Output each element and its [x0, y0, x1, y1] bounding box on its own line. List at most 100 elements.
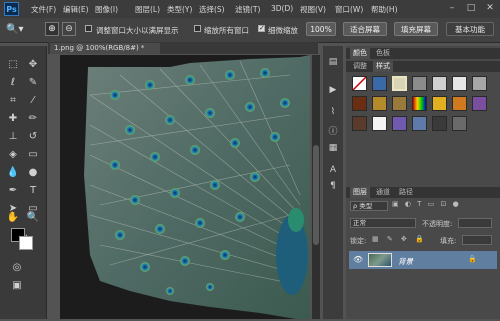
- opacity-label: 不透明度:: [422, 220, 453, 228]
- healing-brush-icon[interactable]: ✚: [6, 112, 20, 126]
- move-tool-icon[interactable]: ✥: [26, 58, 40, 72]
- layer-name[interactable]: 背景: [398, 256, 413, 267]
- info-panel-icon[interactable]: ⓘ: [327, 126, 339, 138]
- lock-label: 锁定:: [350, 237, 367, 245]
- menu-window[interactable]: 窗口(W): [335, 4, 363, 15]
- peacock-image: [60, 55, 310, 319]
- style-swatch[interactable]: [452, 76, 467, 91]
- menu-help[interactable]: 帮助(H): [371, 4, 398, 15]
- zoom-all-windows-label: 缩放所有窗口: [204, 26, 249, 35]
- clone-source-icon[interactable]: ▦: [327, 142, 339, 154]
- crop-tool-icon[interactable]: ⌗: [6, 94, 20, 108]
- style-swatch[interactable]: [452, 96, 467, 111]
- layer-lock-icon: 🔒: [468, 255, 477, 263]
- fill-screen-button[interactable]: 填充屏幕: [394, 22, 438, 36]
- tab-swatches[interactable]: 色板: [373, 48, 393, 59]
- photoshop-logo: Ps: [4, 2, 19, 16]
- resize-windows-label: 调整窗口大小以满屏显示: [96, 26, 179, 35]
- layer-thumbnail: [368, 253, 392, 267]
- layer-filter-icons[interactable]: ▣ ◐ T ▭ ⊡ ●: [392, 200, 492, 211]
- lasso-tool-icon[interactable]: ℓ: [6, 76, 20, 90]
- hand-tool-icon[interactable]: ✋: [6, 211, 20, 225]
- scrubby-zoom-checkbox[interactable]: [258, 24, 265, 32]
- gradient-icon[interactable]: ▭: [26, 148, 40, 162]
- tab-styles[interactable]: 样式: [373, 61, 393, 72]
- menu-select[interactable]: 选择(S): [199, 4, 225, 15]
- style-swatch-none[interactable]: [352, 76, 367, 91]
- quick-select-icon[interactable]: ✎: [26, 76, 40, 90]
- dodge-tool-icon[interactable]: ●: [26, 166, 40, 180]
- menu-view[interactable]: 视图(V): [300, 4, 326, 15]
- actual-pixels-button[interactable]: 100%: [306, 22, 336, 36]
- style-swatch[interactable]: [392, 116, 407, 131]
- style-swatch[interactable]: [392, 76, 407, 91]
- visibility-eye-icon[interactable]: 👁: [353, 255, 363, 265]
- pen-tool-icon[interactable]: ✒: [6, 184, 20, 198]
- tab-color[interactable]: 颜色: [350, 48, 370, 59]
- brush-presets-icon[interactable]: ⌇: [327, 106, 339, 118]
- style-swatch[interactable]: [372, 96, 387, 111]
- style-swatch[interactable]: [392, 96, 407, 111]
- blend-mode-select[interactable]: 正常: [350, 218, 416, 228]
- opacity-field[interactable]: [458, 218, 492, 228]
- clone-stamp-icon[interactable]: ⊥: [6, 130, 20, 144]
- tab-layers[interactable]: 图层: [350, 187, 370, 198]
- menu-file[interactable]: 文件(F): [31, 4, 56, 15]
- maximize-button[interactable]: □: [463, 1, 479, 15]
- screen-mode-icon[interactable]: ▣: [10, 279, 24, 293]
- close-button[interactable]: ✕: [482, 1, 498, 15]
- style-swatch[interactable]: [352, 96, 367, 111]
- paragraph-panel-icon[interactable]: ¶: [327, 180, 339, 192]
- menu-filter[interactable]: 滤镜(T): [235, 4, 260, 15]
- history-panel-icon[interactable]: ▤: [327, 56, 339, 68]
- style-swatch[interactable]: [372, 76, 387, 91]
- style-swatch[interactable]: [432, 116, 447, 131]
- menu-3d[interactable]: 3D(D): [271, 4, 293, 13]
- layer-kind-filter[interactable]: ρ 类型: [350, 201, 388, 211]
- style-swatch[interactable]: [472, 76, 487, 91]
- zoom-tool-icon[interactable]: 🔍: [26, 211, 40, 225]
- style-swatch[interactable]: [372, 116, 387, 131]
- style-swatch[interactable]: [352, 116, 367, 131]
- menu-layer[interactable]: 图层(L): [135, 4, 160, 15]
- zoom-in-icon[interactable]: ⊕: [45, 22, 59, 36]
- eyedropper-icon[interactable]: ⁄: [26, 94, 40, 108]
- character-panel-icon[interactable]: A: [327, 164, 339, 176]
- style-swatch[interactable]: [472, 96, 487, 111]
- style-swatch[interactable]: [452, 116, 467, 131]
- style-swatch[interactable]: [412, 96, 427, 111]
- fill-label: 填充:: [440, 237, 457, 245]
- tab-channels[interactable]: 通道: [373, 187, 393, 198]
- blur-tool-icon[interactable]: 💧: [6, 166, 20, 180]
- zoom-tool-preset-icon[interactable]: 🔍▾: [6, 23, 28, 36]
- eraser-icon[interactable]: ◈: [6, 148, 20, 162]
- document-scrollbar[interactable]: [312, 55, 320, 319]
- style-swatch[interactable]: [432, 76, 447, 91]
- tab-paths[interactable]: 路径: [396, 187, 416, 198]
- actions-panel-icon[interactable]: ▶: [327, 84, 339, 96]
- resize-windows-checkbox[interactable]: [85, 25, 92, 32]
- canvas-area[interactable]: [60, 55, 310, 319]
- zoom-all-windows-checkbox[interactable]: [194, 25, 201, 32]
- fill-field[interactable]: [462, 235, 492, 245]
- type-tool-icon[interactable]: T: [26, 184, 40, 198]
- menu-type[interactable]: 类型(Y): [167, 4, 192, 15]
- tab-adjustments[interactable]: 调整: [350, 61, 370, 72]
- minimize-button[interactable]: –: [444, 1, 460, 15]
- zoom-out-icon[interactable]: ⊖: [62, 22, 76, 36]
- scrubby-zoom-label: 细微缩放: [268, 26, 298, 35]
- lock-icons[interactable]: ▦ ✎ ✥ 🔒: [372, 235, 432, 245]
- fit-screen-button[interactable]: 适合屏幕: [343, 22, 387, 36]
- history-brush-icon[interactable]: ↺: [26, 130, 40, 144]
- document-tab[interactable]: 1.png @ 100%(RGB/8#) *: [50, 43, 160, 54]
- background-color-swatch[interactable]: [19, 236, 33, 250]
- menu-edit[interactable]: 编辑(E): [63, 4, 89, 15]
- style-swatch[interactable]: [412, 76, 427, 91]
- menu-image[interactable]: 图像(I): [95, 4, 118, 15]
- style-swatch[interactable]: [432, 96, 447, 111]
- brush-tool-icon[interactable]: ✏: [26, 112, 40, 126]
- quick-mask-icon[interactable]: ◎: [10, 261, 24, 275]
- marquee-tool-icon[interactable]: ⬚: [6, 58, 20, 72]
- workspace-switcher[interactable]: 基本功能: [446, 22, 494, 36]
- style-swatch[interactable]: [412, 116, 427, 131]
